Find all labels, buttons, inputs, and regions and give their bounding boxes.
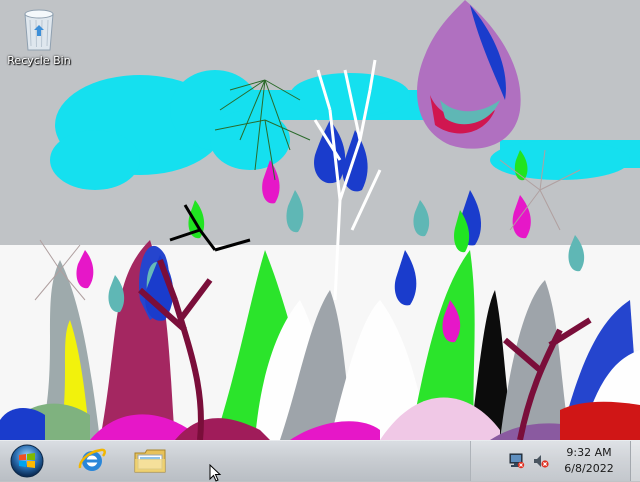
internet-explorer-icon [78,448,106,471]
show-desktop-button[interactable] [630,441,640,481]
start-button[interactable] [2,442,52,480]
clock[interactable]: 9:32 AM 6/8/2022 [559,444,619,478]
taskbar-internet-explorer-button[interactable] [66,442,118,480]
windows-orb-icon [10,444,44,478]
desktop-icon-label: Recycle Bin [7,54,71,67]
desktop[interactable]: Recycle Bin [0,0,640,440]
volume-muted-icon[interactable] [532,453,550,469]
abstract-trees-wallpaper [0,0,640,440]
desktop-icon-recycle-bin[interactable]: Recycle Bin [6,6,72,76]
taskbar: 9:32 AM 6/8/2022 [0,440,640,481]
clock-date: 6/8/2022 [564,462,614,475]
clock-time: 9:32 AM [566,446,612,459]
network-icon[interactable] [507,453,525,469]
notification-area: 9:32 AM 6/8/2022 [470,441,640,481]
folder-icon [134,449,166,473]
mouse-cursor-icon [209,464,222,482]
recycle-bin-icon [24,9,54,51]
taskbar-windows-explorer-button[interactable] [124,442,176,480]
